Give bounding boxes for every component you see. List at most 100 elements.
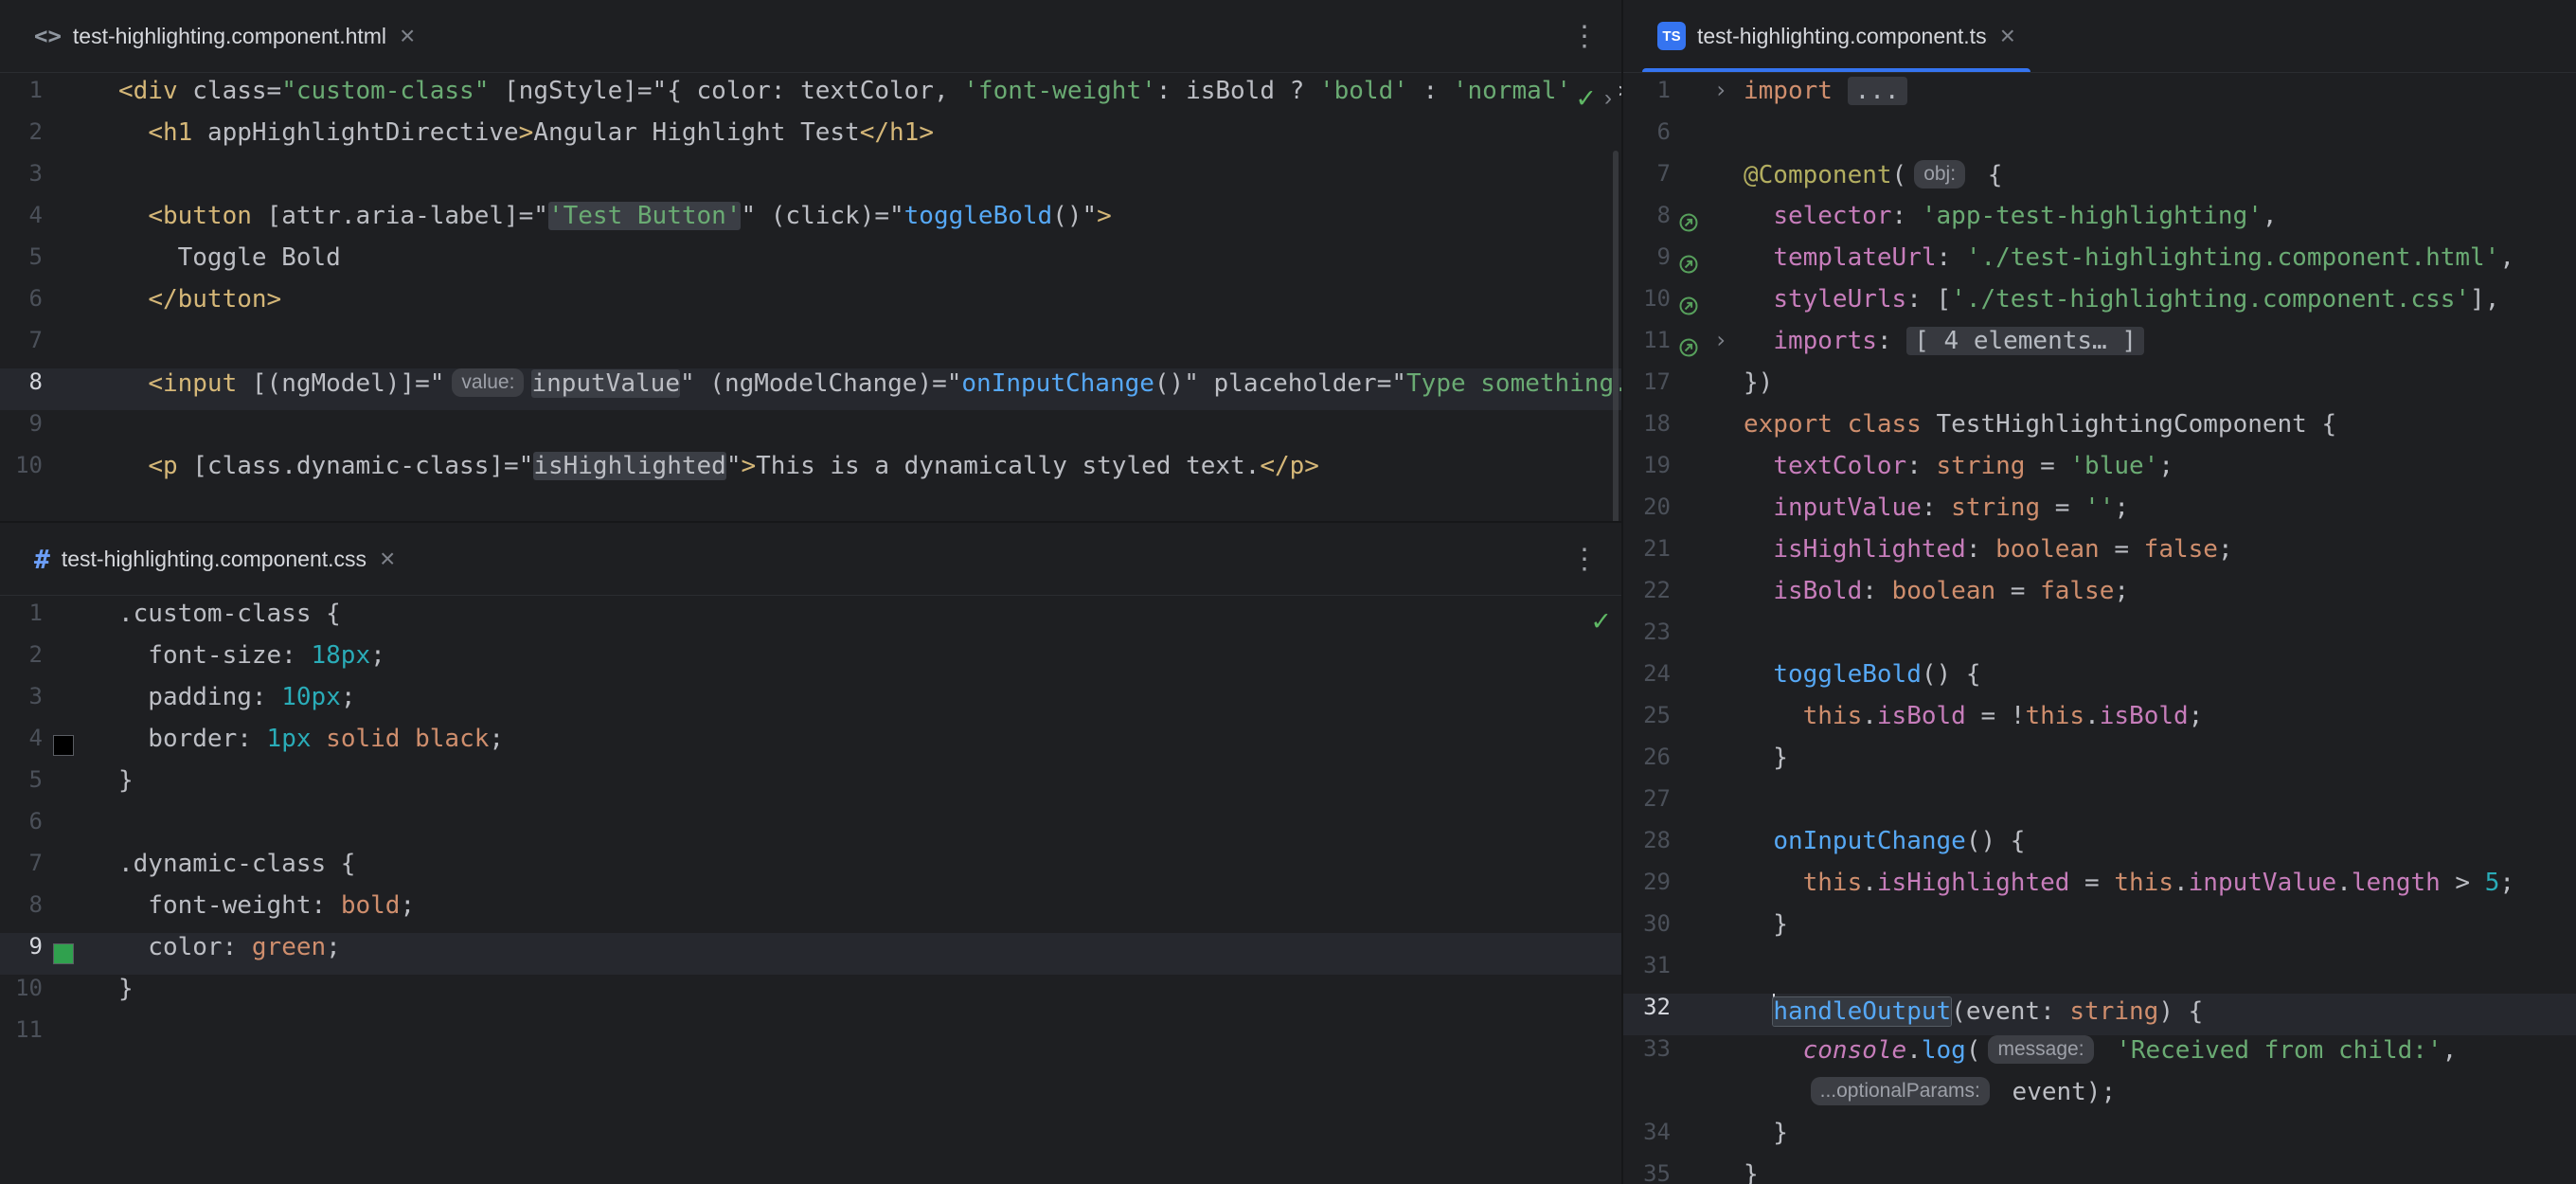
code-text[interactable]: templateUrl: './test-highlighting.compon… [1744,243,2576,285]
code-line[interactable]: 7@Component(obj: { [1623,160,2576,202]
scrollbar-thumb[interactable] [1613,151,1619,521]
code-text[interactable]: inputValue: string = ''; [1744,493,2576,535]
code-line[interactable]: 1 .custom-class { [0,600,1621,641]
line-number[interactable]: 22 [1623,577,1671,619]
code-text[interactable]: import ... [1744,77,2576,118]
close-icon[interactable]: × [380,546,395,572]
angular-target-icon[interactable] [1671,243,1707,285]
code-text[interactable]: styleUrls: ['./test-highlighting.compone… [1744,285,2576,327]
code-text[interactable]: imports: [ 4 elements… ] [1744,327,2576,368]
line-number[interactable]: 8 [0,368,43,410]
code-line[interactable]: 21 isHighlighted: boolean = false; [1623,535,2576,577]
code-text[interactable]: <h1 appHighlightDirective>Angular Highli… [118,118,1621,160]
line-number[interactable]: 6 [0,285,43,327]
line-number[interactable]: 4 [0,725,43,766]
fold-chevron-icon[interactable]: › [1707,327,1735,368]
code-line[interactable]: 5 Toggle Bold [0,243,1621,285]
code-line[interactable]: 6 [0,808,1621,850]
code-line[interactable]: 7 [0,327,1621,368]
code-text[interactable]: <div class="custom-class" [ngStyle]="{ c… [118,77,1621,118]
line-number[interactable]: 23 [1623,619,1671,660]
code-line[interactable]: 7 .dynamic-class { [0,850,1621,891]
code-line[interactable]: 10} [0,975,1621,1016]
line-number[interactable]: 10 [0,975,43,1016]
code-text[interactable]: } [1744,1160,2576,1184]
code-text[interactable]: } [1744,744,2576,785]
code-text[interactable]: console.log(message: 'Received from chil… [1744,1035,2576,1077]
line-number[interactable]: 9 [0,410,43,452]
line-number[interactable]: 3 [0,160,43,202]
code-text[interactable]: .custom-class { [118,600,1621,641]
code-text[interactable] [1744,619,2576,660]
line-number[interactable]: 7 [0,850,43,891]
code-line[interactable]: 4 <button [attr.aria-label]="'Test Butto… [0,202,1621,243]
line-number[interactable]: 27 [1623,785,1671,827]
code-text[interactable] [118,1016,1621,1058]
code-text[interactable]: border: 1px solid black; [118,725,1621,766]
code-text[interactable]: Toggle Bold [118,243,1621,285]
line-number[interactable]: 19 [1623,452,1671,493]
code-text[interactable]: </button> [118,285,1621,327]
code-text[interactable] [1744,118,2576,160]
line-number[interactable]: 11 [0,1016,43,1058]
code-text[interactable]: <p [class.dynamic-class]="isHighlighted"… [118,452,1621,493]
line-number[interactable]: 6 [0,808,43,850]
tab-css-file[interactable]: # test-highlighting.component.css × [19,523,410,595]
angular-target-icon[interactable] [1671,327,1707,368]
code-line[interactable]: 17}) [1623,368,2576,410]
code-text[interactable]: } [1744,1119,2576,1160]
code-text[interactable]: } [1744,910,2576,952]
code-line[interactable]: 1›import ... [1623,77,2576,118]
code-text[interactable]: color: green; [118,933,1621,975]
inspection-widget[interactable]: ✓ [1583,601,1619,641]
color-swatch-black[interactable] [43,725,84,766]
code-line[interactable]: 6 [1623,118,2576,160]
code-text[interactable]: textColor: string = 'blue'; [1744,452,2576,493]
code-text[interactable] [1744,785,2576,827]
line-number[interactable]: 26 [1623,744,1671,785]
code-text[interactable] [1744,952,2576,994]
line-number[interactable]: 9 [0,933,43,975]
line-number[interactable]: 34 [1623,1119,1671,1160]
code-line[interactable]: 34 } [1623,1119,2576,1160]
line-number[interactable]: 32 [1623,994,1671,1035]
code-text[interactable] [118,160,1621,202]
line-number[interactable]: 7 [0,327,43,368]
line-number[interactable]: 10 [1623,285,1671,327]
line-number[interactable]: 4 [0,202,43,243]
code-line[interactable]: 5} [0,766,1621,808]
inspection-chevron-icon[interactable]: › [1604,85,1612,112]
code-text[interactable]: ...optionalParams: event); [1744,1077,2576,1119]
code-text[interactable]: handleOutput(event: string) { [1744,994,2576,1035]
code-line[interactable]: 22 isBold: boolean = false; [1623,577,2576,619]
line-number[interactable]: 11 [1623,327,1671,368]
code-text[interactable] [118,327,1621,368]
code-text[interactable] [118,808,1621,850]
line-number[interactable]: 5 [0,766,43,808]
code-text[interactable]: padding: 10px; [118,683,1621,725]
code-text[interactable]: .dynamic-class { [118,850,1621,891]
line-number[interactable] [1623,1077,1671,1119]
color-swatch-green[interactable] [43,933,84,975]
code-text[interactable]: this.isHighlighted = this.inputValue.len… [1744,869,2576,910]
code-text[interactable]: <button [attr.aria-label]="'Test Button'… [118,202,1621,243]
code-line[interactable]: 2 font-size: 18px; [0,641,1621,683]
line-number[interactable]: 30 [1623,910,1671,952]
code-line[interactable]: 9 [0,410,1621,452]
line-number[interactable]: 18 [1623,410,1671,452]
code-line[interactable]: 35} [1623,1160,2576,1184]
code-line[interactable]: 9 color: green; [0,933,1621,975]
code-text[interactable]: @Component(obj: { [1744,160,2576,202]
code-text[interactable]: }) [1744,368,2576,410]
line-number[interactable]: 25 [1623,702,1671,744]
code-text[interactable]: export class TestHighlightingComponent { [1744,410,2576,452]
line-number[interactable]: 9 [1623,243,1671,285]
line-number[interactable]: 1 [0,600,43,641]
code-line[interactable]: 3 padding: 10px; [0,683,1621,725]
code-line[interactable]: ...optionalParams: event); [1623,1077,2576,1119]
code-text[interactable]: } [118,766,1621,808]
line-number[interactable]: 1 [1623,77,1671,118]
editor-css[interactable]: ✓ 1 .custom-class {2 font-size: 18px;3 pa… [0,596,1621,1184]
line-number[interactable]: 31 [1623,952,1671,994]
code-line[interactable]: 6 </button> [0,285,1621,327]
